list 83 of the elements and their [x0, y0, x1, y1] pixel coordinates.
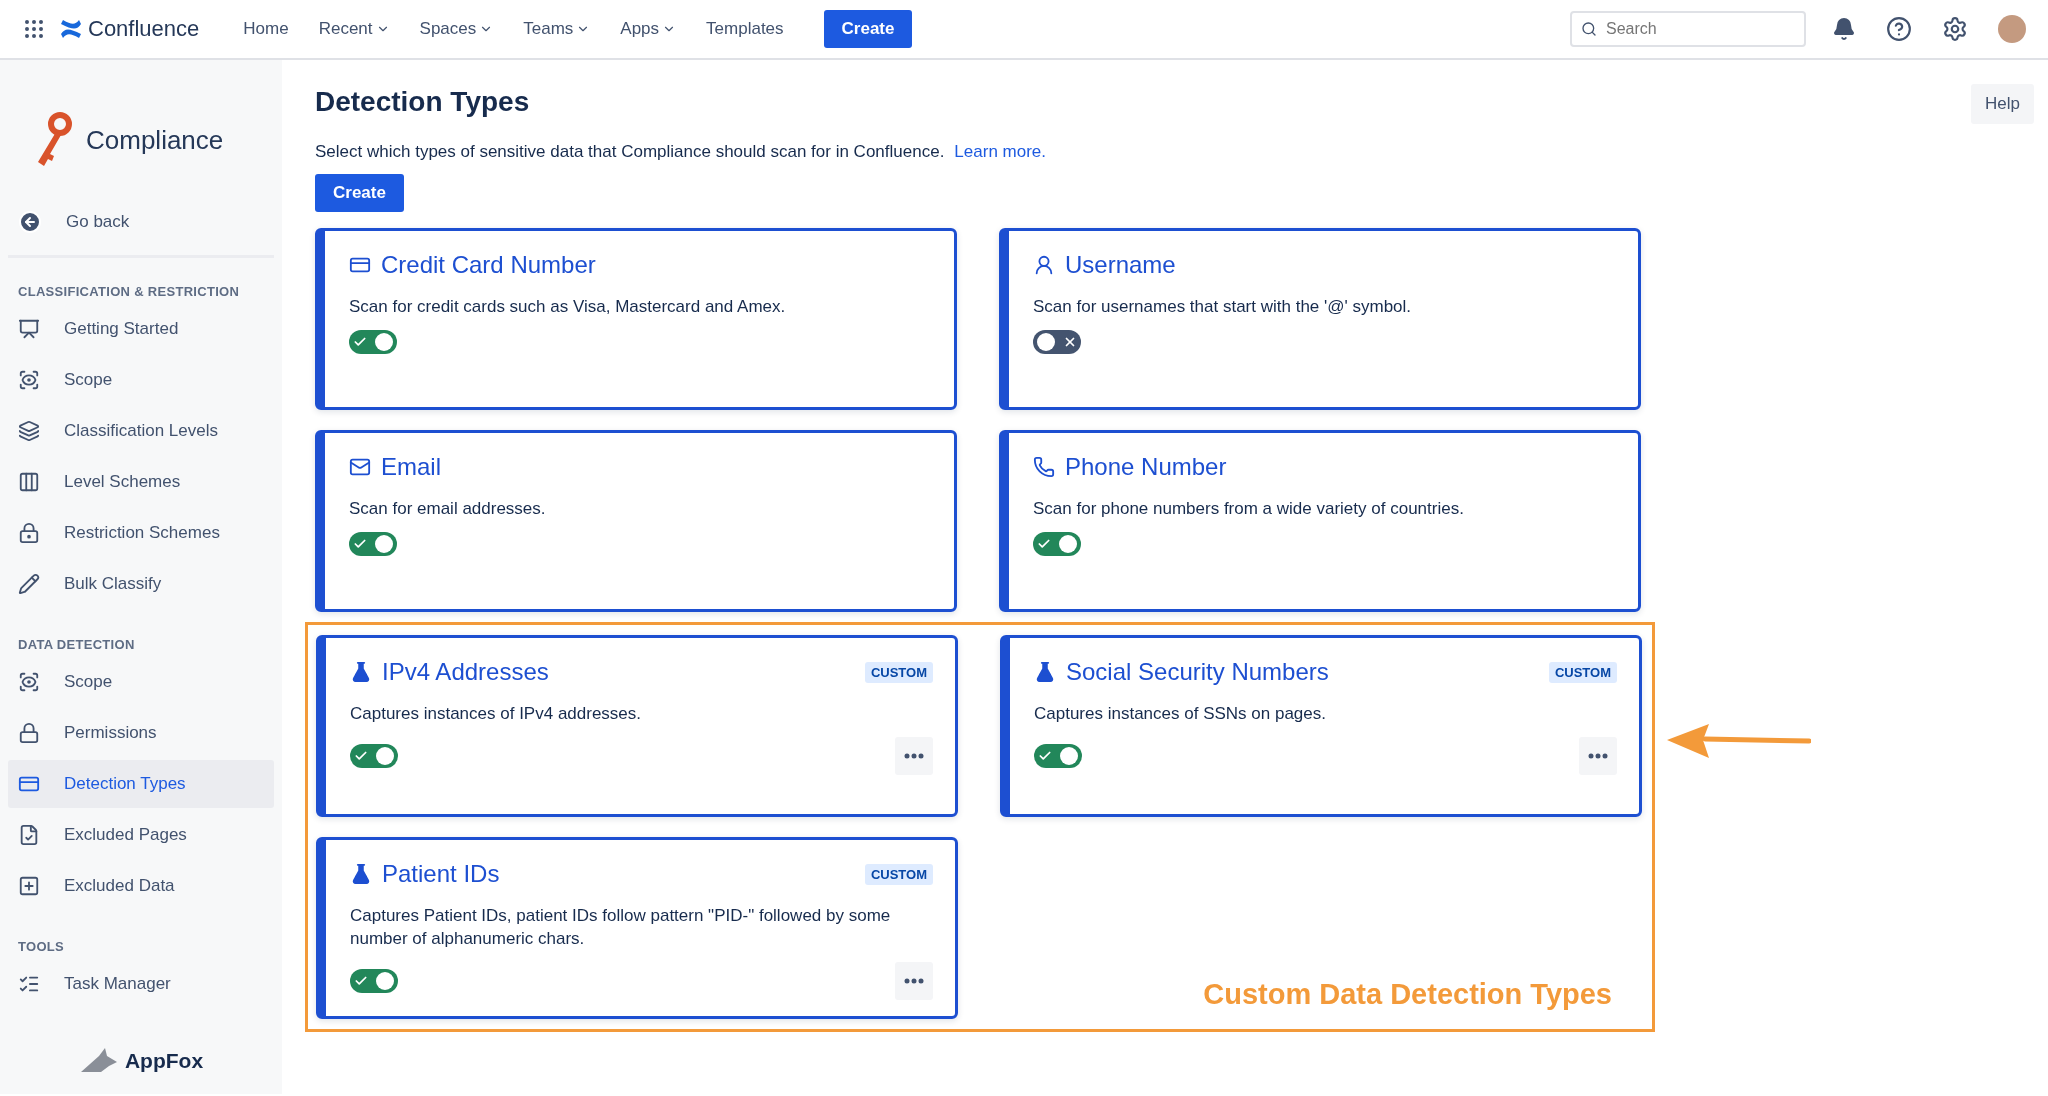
section-heading: DATA DETECTION	[17, 636, 136, 654]
app-switcher-icon[interactable]	[22, 17, 46, 41]
pencil-icon	[18, 573, 40, 595]
toggle-switch[interactable]	[349, 532, 397, 556]
card-description: Captures Patient IDs, patient IDs follow pattern "PID-" followed by some number of alphanumeric chars.	[350, 905, 892, 950]
card-title: Phone Number	[1065, 453, 1227, 481]
custom-badge: CUSTOM	[864, 863, 933, 885]
sidebar-item[interactable]: Level Schemes	[8, 458, 274, 506]
card-title: Social Security Numbers	[1066, 658, 1329, 686]
go-back-link[interactable]: Go back	[8, 198, 274, 246]
sidebar-item[interactable]: Excluded Pages	[8, 811, 274, 859]
sidebar-item[interactable]: Restriction Schemes	[8, 509, 274, 557]
sidebar-item[interactable]: Permissions	[8, 709, 274, 757]
sidebar-item[interactable]: Classification Levels	[8, 407, 274, 455]
nav-link[interactable]: Apps	[612, 13, 685, 45]
toggle-switch[interactable]	[350, 969, 398, 993]
sidebar-item[interactable]: Getting Started	[8, 305, 274, 353]
sidebar-item[interactable]: Scope	[8, 356, 274, 404]
nav-link[interactable]: Teams	[515, 13, 599, 45]
card-title: IPv4 Addresses	[382, 658, 549, 686]
more-icon	[904, 753, 924, 759]
search-field[interactable]: Search	[1570, 11, 1806, 47]
toggle-switch[interactable]	[349, 330, 397, 354]
lock-icon	[18, 522, 40, 544]
scan-icon	[18, 369, 40, 391]
nav-link[interactable]: Templates	[698, 13, 792, 45]
more-button[interactable]	[895, 737, 933, 775]
document-check-icon	[18, 824, 40, 846]
more-icon	[1588, 753, 1608, 759]
learn-more-link[interactable]: Learn more.	[954, 142, 1047, 161]
card-description: Captures instances of SSNs on pages.	[1034, 703, 1327, 725]
plus-square-icon	[18, 875, 40, 897]
custom-badge: CUSTOM	[1548, 661, 1617, 683]
sidebar-item[interactable]: Excluded Data	[8, 862, 274, 910]
toggle-switch[interactable]	[1033, 532, 1081, 556]
create-button[interactable]: Create	[823, 10, 913, 48]
check-icon	[354, 974, 368, 988]
card-title: Username	[1065, 251, 1176, 279]
nav-link[interactable]: Home	[235, 13, 297, 45]
columns-icon	[18, 471, 40, 493]
card-description: Scan for email addresses.	[349, 498, 547, 520]
toggle-switch[interactable]	[1033, 330, 1081, 354]
sidebar-item[interactable]: Bulk Classify	[8, 560, 274, 608]
check-icon	[353, 537, 367, 551]
card-title: Email	[381, 453, 441, 481]
more-button[interactable]	[895, 962, 933, 1000]
help-button[interactable]: Help	[1971, 84, 2034, 124]
confluence-logo-icon	[60, 19, 82, 39]
cross-icon	[1063, 335, 1077, 349]
card-title: Credit Card Number	[381, 251, 596, 279]
app-title: Compliance	[86, 124, 224, 156]
section-heading: CLASSIFICATION & RESTRICTION	[17, 283, 241, 301]
annotation-label: Custom Data Detection Types	[1203, 978, 1612, 1011]
toggle-switch[interactable]	[350, 744, 398, 768]
card-description: Scan for credit cards such as Visa, Mastercard and Amex.	[349, 296, 787, 318]
sidebar-item[interactable]: Scope	[8, 658, 274, 706]
more-button[interactable]	[1579, 737, 1617, 775]
card-description: Captures instances of IPv4 addresses.	[350, 703, 643, 725]
check-icon	[1038, 749, 1052, 763]
check-icon	[353, 335, 367, 349]
scan-icon	[18, 671, 40, 693]
product-name[interactable]: Confluence	[88, 16, 200, 42]
card-title: Patient IDs	[382, 860, 500, 888]
check-icon	[354, 749, 368, 763]
create-button[interactable]: Create	[315, 174, 404, 212]
section-heading: TOOLS	[17, 938, 66, 956]
page-description: Select which types of sensitive data that Compliance should scan for in Confluence. Learn more.	[315, 142, 1048, 162]
sidebar-item[interactable]: Detection Types	[8, 760, 274, 808]
page-title: Detection Types	[315, 86, 530, 118]
nav-link[interactable]: Recent	[310, 13, 398, 45]
easel-icon	[18, 318, 40, 340]
check-icon	[1037, 537, 1051, 551]
custom-badge: CUSTOM	[864, 661, 933, 683]
lock-icon	[18, 722, 40, 744]
card-description: Scan for usernames that start with the '@' symbol.	[1033, 296, 1413, 318]
toggle-switch[interactable]	[1034, 744, 1082, 768]
vendor-name: AppFox	[124, 1049, 204, 1073]
card-description: Scan for phone numbers from a wide variety of countries.	[1033, 498, 1465, 520]
sidebar-item[interactable]: Task Manager	[8, 960, 274, 1008]
search-icon	[1581, 21, 1597, 37]
layers-icon	[18, 420, 40, 442]
nav-link[interactable]: Spaces	[411, 13, 502, 45]
more-icon	[904, 978, 924, 984]
